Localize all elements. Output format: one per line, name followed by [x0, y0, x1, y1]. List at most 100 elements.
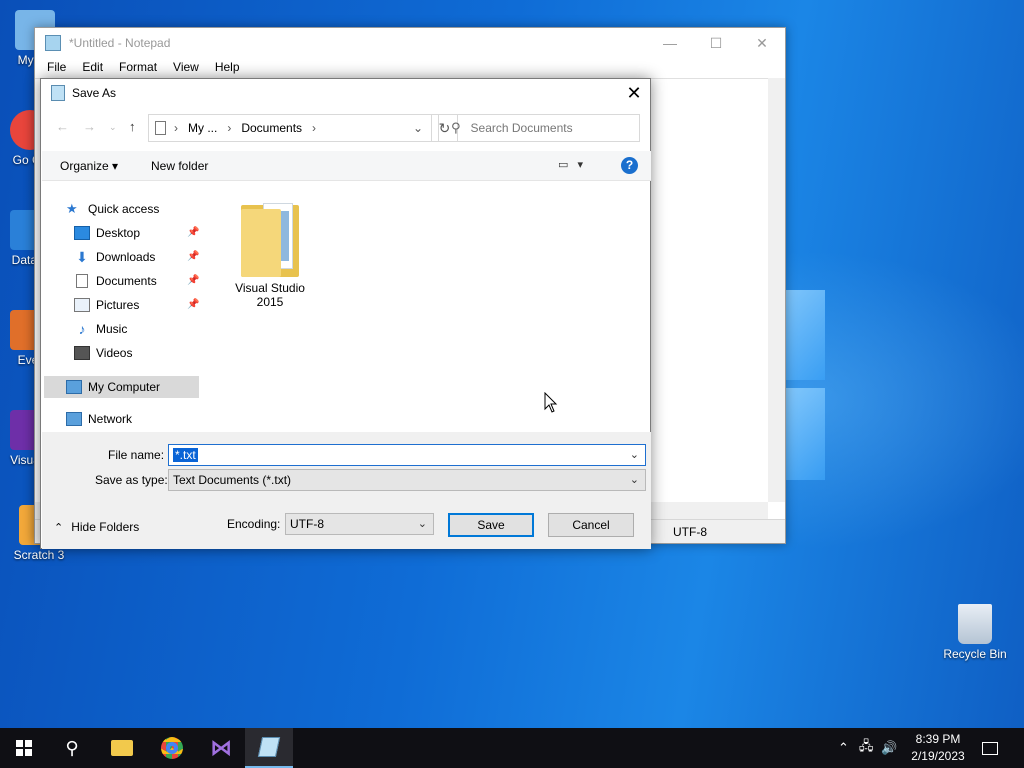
command-bar: Organize ▾ New folder ▭ ▾ ? [42, 151, 651, 181]
breadcrumb-documents[interactable]: Documents [241, 121, 302, 135]
mouse-cursor-icon [544, 392, 558, 413]
music-note-icon: ♪ [78, 321, 86, 337]
menu-file[interactable]: File [39, 58, 74, 78]
notepad-caption-buttons: — ☐ ✕ [647, 28, 785, 58]
taskbar-notepad[interactable] [245, 728, 293, 768]
search-icon: ⚲ [451, 120, 461, 135]
folder-name: Visual Studio 2015 [235, 281, 305, 309]
menu-edit[interactable]: Edit [74, 58, 111, 78]
notepad-icon [51, 85, 65, 101]
menu-view[interactable]: View [165, 58, 207, 78]
search-icon: ⚲ [65, 737, 79, 758]
nav-desktop[interactable]: Desktop 📌 [74, 222, 199, 244]
help-icon[interactable]: ? [621, 157, 638, 174]
status-encoding: UTF-8 [673, 525, 707, 539]
close-icon[interactable]: ✕ [739, 28, 785, 58]
notepad-icon [257, 737, 281, 757]
change-view-icon[interactable]: ▭ ▾ [558, 158, 598, 174]
chevron-down-icon[interactable]: ⌄ [413, 121, 423, 135]
notepad-menubar: File Edit Format View Help [35, 58, 785, 78]
folder-icon [111, 740, 133, 756]
navigation-pane: ★ Quick access Desktop 📌 ⬇ Downloads 📌 D… [42, 182, 199, 432]
nav-music[interactable]: ♪ Music [74, 318, 128, 340]
nav-documents[interactable]: Documents 📌 [74, 270, 199, 292]
save-button[interactable]: Save [448, 513, 534, 537]
notepad-title: *Untitled - Notepad [69, 36, 171, 50]
address-bar[interactable]: › My ... › Documents › ⌄ [148, 114, 432, 142]
clock-time: 8:39 PM [915, 732, 961, 746]
notification-button[interactable] [982, 728, 998, 768]
chevron-up-icon: ⌃ [54, 521, 64, 534]
taskbar-visual-studio[interactable]: ⋈ [197, 728, 245, 768]
chevron-down-icon[interactable]: ⌄ [630, 448, 639, 461]
pin-icon[interactable]: 📌 [187, 227, 199, 238]
recycle-bin-icon [958, 604, 992, 644]
document-icon [76, 274, 88, 288]
encoding-label: Encoding: [227, 517, 281, 531]
organize-button[interactable]: Organize ▾ [60, 159, 118, 173]
hide-folders-button[interactable]: ⌃ Hide Folders [54, 520, 139, 534]
file-list[interactable]: Visual Studio 2015 [199, 182, 650, 432]
chevron-down-icon[interactable]: ⌄ [630, 473, 639, 486]
menu-help[interactable]: Help [207, 58, 248, 78]
search-button[interactable]: ⚲ [48, 728, 96, 768]
save-as-type-label: Save as type: [95, 473, 168, 487]
search-input[interactable]: ⚲ Search Documents [438, 114, 640, 142]
download-arrow-icon: ⬇ [76, 249, 88, 265]
minimize-icon[interactable]: — [647, 28, 693, 58]
save-as-type-value: Text Documents (*.txt) [173, 473, 292, 487]
document-icon [155, 121, 166, 135]
search-placeholder: Search Documents [470, 121, 573, 135]
maximize-icon[interactable]: ☐ [693, 28, 739, 58]
volume-icon[interactable]: 🔊 [881, 740, 897, 756]
chevron-down-icon[interactable]: ⌄ [418, 517, 427, 530]
nav-quick-access[interactable]: ★ Quick access [66, 198, 159, 220]
taskbar-chrome[interactable] [148, 728, 196, 768]
visual-studio-icon: ⋈ [210, 735, 232, 760]
nav-videos[interactable]: Videos [74, 342, 132, 364]
save-as-type-select[interactable]: Text Documents (*.txt) ⌄ [168, 469, 646, 491]
nav-pictures[interactable]: Pictures 📌 [74, 294, 199, 316]
file-name-input[interactable]: *.txt ⌄ [168, 444, 646, 466]
menu-format[interactable]: Format [111, 58, 165, 78]
forward-arrow-icon[interactable]: → [83, 119, 96, 134]
new-folder-button[interactable]: New folder [151, 159, 208, 173]
recent-locations-chevron-icon[interactable]: ⌄ [109, 122, 117, 133]
up-arrow-icon[interactable]: ↑ [129, 119, 136, 134]
system-tray: ⌃ 🖧 🔊 [838, 728, 898, 768]
encoding-select[interactable]: UTF-8 ⌄ [285, 513, 434, 535]
vertical-scrollbar[interactable] [768, 78, 785, 502]
back-arrow-icon[interactable]: ← [56, 119, 69, 134]
folder-item[interactable]: Visual Studio 2015 [230, 197, 310, 309]
save-as-titlebar[interactable]: Save As [41, 79, 650, 107]
navigation-row: ← → ⌄ ↑ › My ... › Documents › ⌄ ↻ ⚲ Sea… [41, 113, 650, 145]
notepad-icon [45, 35, 61, 51]
chrome-icon [161, 737, 183, 759]
clock[interactable]: 8:39 PM 2/19/2023 [906, 731, 970, 765]
file-name-label: File name: [108, 448, 165, 462]
pin-icon[interactable]: 📌 [187, 251, 199, 262]
picture-icon [74, 298, 90, 312]
nav-downloads[interactable]: ⬇ Downloads 📌 [74, 246, 199, 268]
pin-icon[interactable]: 📌 [187, 299, 199, 310]
encoding-value: UTF-8 [290, 517, 324, 531]
computer-icon [66, 380, 82, 394]
nav-my-computer[interactable]: My Computer [66, 376, 160, 398]
desktop-icon [74, 226, 90, 240]
pin-icon[interactable]: 📌 [187, 275, 199, 286]
desktop-icon-recycle-bin[interactable]: Recycle Bin [940, 604, 1010, 661]
notification-icon [982, 741, 998, 755]
start-button[interactable] [0, 728, 48, 768]
network-icon[interactable]: 🖧 [859, 737, 874, 759]
cancel-button[interactable]: Cancel [548, 513, 634, 537]
nav-network[interactable]: Network [66, 408, 132, 430]
dialog-bottom-panel: File name: *.txt ⌄ Save as type: Text Do… [42, 432, 651, 549]
chevron-up-icon[interactable]: ⌃ [838, 740, 849, 756]
windows-start-icon [16, 740, 32, 756]
breadcrumb-my-computer[interactable]: My ... [188, 121, 217, 135]
taskbar: ⚲ ⋈ ⌃ 🖧 🔊 8:39 PM 2/19/2023 [0, 728, 1024, 768]
taskbar-file-explorer[interactable] [98, 728, 146, 768]
dialog-title: Save As [72, 86, 117, 100]
file-name-value: *.txt [173, 448, 198, 462]
close-icon[interactable]: ✕ [618, 79, 650, 107]
